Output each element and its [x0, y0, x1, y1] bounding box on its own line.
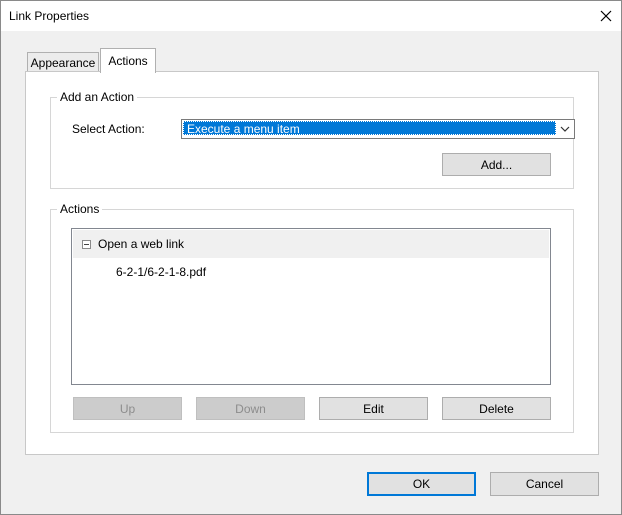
add-button-label: Add... [480, 157, 513, 172]
tab-appearance[interactable]: Appearance [27, 52, 99, 73]
close-button[interactable] [591, 1, 621, 31]
link-properties-dialog: Link Properties Appearance Actions Add a… [0, 0, 622, 515]
close-icon [600, 10, 612, 22]
ok-button-label: OK [412, 477, 431, 491]
edit-button[interactable]: Edit [319, 397, 428, 420]
ok-button[interactable]: OK [367, 472, 476, 496]
select-action-label: Select Action: [72, 122, 145, 136]
window-title: Link Properties [9, 9, 90, 23]
actions-tab-panel: Add an Action Select Action: Execute a m… [25, 71, 599, 455]
add-button[interactable]: Add... [442, 153, 551, 176]
title-bar: Link Properties [1, 1, 621, 31]
up-button-label: Up [119, 401, 136, 416]
select-action-value: Execute a menu item [183, 121, 556, 136]
actions-tree[interactable]: Open a web link 6-2-1/6-2-1-8.pdf [71, 228, 551, 385]
actions-group-label: Actions [57, 202, 103, 216]
delete-button-label: Delete [479, 401, 514, 416]
tab-appearance-label: Appearance [30, 56, 96, 70]
actions-group: Actions Open a web link 6-2-1/6-2-1-8.pd… [50, 202, 574, 433]
add-action-group-label: Add an Action [57, 90, 138, 104]
select-action-dropdown[interactable]: Execute a menu item [181, 119, 575, 139]
tree-item-open-web-link[interactable]: Open a web link [73, 230, 549, 258]
down-button[interactable]: Down [196, 397, 305, 420]
tree-child-item[interactable]: 6-2-1/6-2-1-8.pdf [116, 265, 206, 279]
tree-item-label: Open a web link [98, 237, 185, 251]
tab-actions-label: Actions [108, 54, 148, 68]
tab-actions[interactable]: Actions [100, 48, 156, 73]
chevron-down-icon [560, 126, 570, 132]
delete-button[interactable]: Delete [442, 397, 551, 420]
up-button[interactable]: Up [73, 397, 182, 420]
cancel-button-label: Cancel [525, 477, 564, 491]
add-action-group: Add an Action Select Action: Execute a m… [50, 90, 575, 189]
dropdown-arrow[interactable] [556, 120, 574, 138]
minus-box-icon[interactable] [82, 240, 91, 249]
cancel-button[interactable]: Cancel [490, 472, 599, 496]
down-button-label: Down [235, 401, 266, 416]
edit-button-label: Edit [363, 401, 384, 416]
